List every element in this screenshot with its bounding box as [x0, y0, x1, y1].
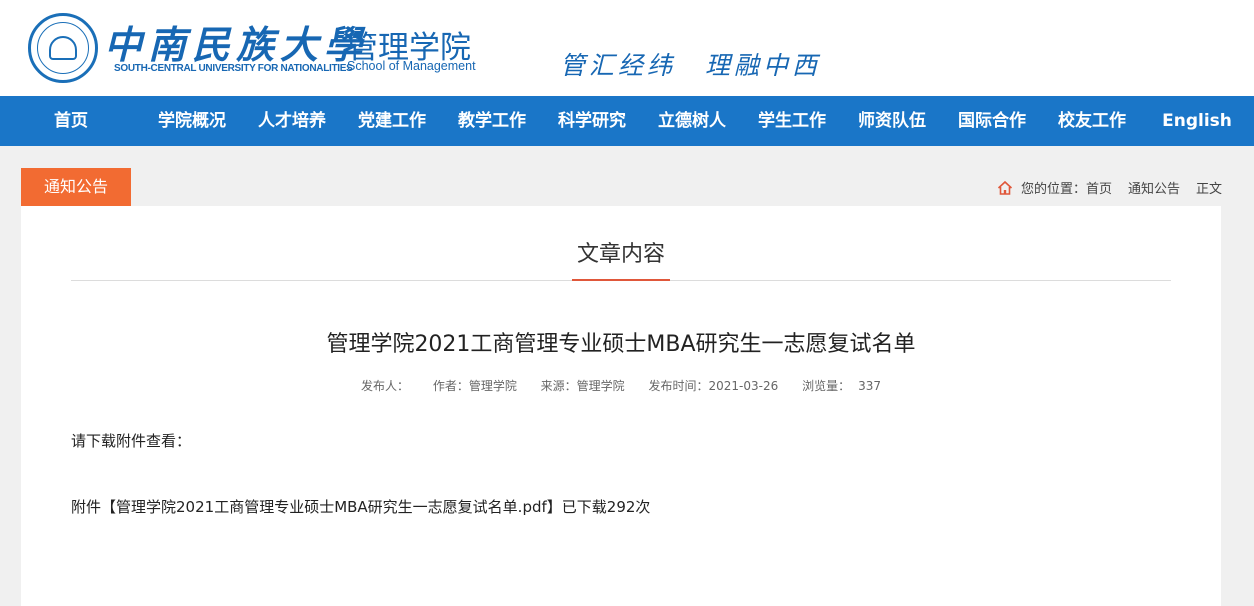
- article-card: 文章内容 管理学院2021工商管理专业硕士MBA研究生一志愿复试名单 发布人： …: [21, 206, 1221, 606]
- article-title: 管理学院2021工商管理专业硕士MBA研究生一志愿复试名单: [326, 332, 916, 357]
- nav-item-teaching[interactable]: 教学工作: [442, 96, 542, 146]
- school-name-en: School of Management: [347, 59, 476, 73]
- section-title: 文章内容: [576, 242, 665, 267]
- university-name-cn: 中南民族大學: [104, 22, 369, 67]
- nav-item-alumni[interactable]: 校友工作: [1042, 96, 1142, 146]
- university-seal-logo[interactable]: [28, 13, 98, 83]
- meta-author: 作者：管理学院: [432, 379, 517, 393]
- site-header: 中南民族大學 SOUTH-CENTRAL UNIVERSITY FOR NATI…: [0, 0, 1254, 96]
- breadcrumb-current: 正文: [1195, 182, 1222, 197]
- attachment-link[interactable]: 管理学院2021工商管理专业硕士MBA研究生一志愿复试名单.pdf: [116, 498, 547, 516]
- nav-item-home[interactable]: 首页: [0, 96, 142, 146]
- breadcrumb-prefix: 您的位置：: [1020, 182, 1086, 197]
- nav-item-overview[interactable]: 学院概况: [142, 96, 242, 146]
- section-tab[interactable]: 通知公告: [21, 168, 131, 206]
- meta-date: 发布时间：2021-03-26: [648, 379, 779, 393]
- breadcrumb: 您的位置： 首页 通知公告 正文: [997, 178, 1222, 197]
- nav-item-talent[interactable]: 人才培养: [242, 96, 342, 146]
- university-name-en: SOUTH-CENTRAL UNIVERSITY FOR NATIONALITI…: [114, 63, 353, 74]
- nav-item-international[interactable]: 国际合作: [942, 96, 1042, 146]
- school-motto: 管汇经纬 理融中西: [560, 51, 822, 80]
- home-icon: [997, 180, 1012, 195]
- breadcrumb-home[interactable]: 首页: [1086, 178, 1112, 197]
- meta-source: 来源：管理学院: [540, 379, 625, 393]
- nav-item-moral[interactable]: 立德树人: [642, 96, 742, 146]
- attachment-suffix: 】已下载292次: [546, 498, 651, 516]
- attachment-line: 附件【管理学院2021工商管理专业硕士MBA研究生一志愿复试名单.pdf】已下载…: [71, 496, 650, 517]
- nav-item-research[interactable]: 科学研究: [542, 96, 642, 146]
- nav-item-party[interactable]: 党建工作: [342, 96, 442, 146]
- nav-item-english[interactable]: English: [1142, 96, 1252, 146]
- meta-views-count: 337: [858, 379, 882, 393]
- article-paragraph: 请下载附件查看：: [71, 432, 192, 450]
- breadcrumb-notices[interactable]: 通知公告: [1128, 178, 1180, 197]
- meta-views-label: 浏览量：: [802, 379, 851, 393]
- seal-emblem: [49, 36, 77, 60]
- nav-item-students[interactable]: 学生工作: [742, 96, 842, 146]
- attachment-prefix: 附件【: [71, 498, 117, 516]
- meta-publisher: 发布人：: [360, 379, 409, 393]
- nav-item-faculty[interactable]: 师资队伍: [842, 96, 942, 146]
- article-meta: 发布人： 作者：管理学院 来源：管理学院 发布时间：2021-03-26 浏览量…: [21, 377, 1221, 394]
- title-underline: [572, 279, 670, 281]
- main-nav: 首页 学院概况 人才培养 党建工作 教学工作 科学研究 立德树人 学生工作 师资…: [0, 96, 1254, 146]
- sub-bar: 通知公告 您的位置： 首页 通知公告 正文: [0, 146, 1254, 206]
